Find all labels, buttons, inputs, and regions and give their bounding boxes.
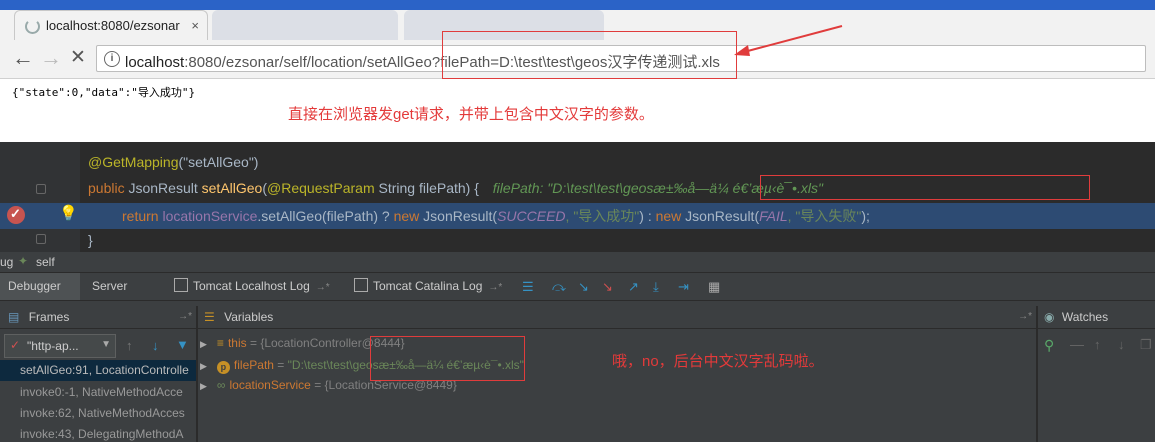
frame-row[interactable]: invoke0:-1, NativeMethodAcce (0, 382, 196, 403)
chevron-down-icon: ▼ (101, 339, 111, 350)
loading-spinner-icon (25, 19, 40, 35)
debugger-tabs: Debugger Server Tomcat Localhost Log →* T… (0, 273, 1155, 301)
thread-selector[interactable]: ✓ "http-ap... ▼ (4, 334, 116, 358)
frame-row[interactable]: invoke:62, NativeMethodAcces (0, 403, 196, 424)
pin-icon[interactable]: →* (1018, 306, 1032, 328)
force-step-into-icon[interactable]: ↘ (602, 279, 613, 295)
annotation-arrow-icon (734, 25, 843, 56)
close-tab-icon[interactable]: × (191, 11, 199, 40)
expand-icon[interactable]: ▶ (200, 361, 207, 371)
run-to-cursor-icon[interactable]: ⇥ (678, 279, 689, 295)
drop-frame-icon[interactable]: ⤓ (653, 279, 659, 295)
frames-icon: ▤ (8, 310, 20, 324)
copy-icon[interactable]: ❐ (1140, 337, 1152, 353)
log-icon (174, 278, 188, 292)
frame-down-icon[interactable]: ↓ (152, 338, 159, 353)
editor-gutter (0, 142, 80, 252)
inlay-highlight-box (760, 175, 1090, 200)
debugger-annotation-note: 哦，no，后台中文汉字乱码啦。 (612, 353, 824, 370)
fold-icon[interactable] (36, 184, 46, 194)
tab-debugger[interactable]: Debugger (0, 273, 80, 300)
move-down-icon[interactable]: ↓ (1118, 337, 1125, 352)
show-execution-point-icon[interactable]: ☰ (522, 279, 534, 295)
move-up-icon[interactable]: ↑ (1094, 337, 1101, 352)
field-icon: ≡ (216, 336, 224, 350)
frame-up-icon[interactable]: ↑ (126, 338, 133, 353)
expand-icon[interactable]: ▶ (200, 381, 207, 391)
tab-blurred-1[interactable] (212, 10, 398, 40)
code-line-4: } (88, 232, 93, 248)
breakpoint-icon[interactable] (7, 206, 25, 224)
step-out-icon[interactable]: ↗ (628, 279, 639, 295)
evaluate-expression-icon[interactable]: ▦ (708, 279, 720, 295)
debug-title-bar: ug ✦ self (0, 252, 1155, 273)
add-watch-icon[interactable]: ⚲ (1044, 337, 1054, 354)
parameter-icon: p (216, 361, 230, 374)
variable-highlight-box (370, 336, 525, 381)
expand-icon[interactable]: ▶ (200, 339, 207, 349)
lightbulb-icon[interactable]: 💡 (59, 204, 78, 222)
step-into-icon[interactable]: ↘ (578, 279, 589, 295)
variables-icon: ☰ (204, 310, 215, 324)
watches-header: ◉ Watches (1038, 306, 1155, 329)
url-highlight-box (442, 31, 737, 79)
fold-end-icon[interactable] (36, 234, 46, 244)
frame-row[interactable]: setAllGeo:91, LocationControlle (0, 360, 196, 381)
stop-loading-icon[interactable]: ✕ (70, 47, 86, 69)
tab-server[interactable]: Server (84, 273, 164, 300)
pin-icon[interactable]: →* (178, 306, 192, 328)
code-line-2: public JsonResult setAllGeo(@RequestPara… (88, 180, 823, 196)
watches-icon: ◉ (1044, 310, 1055, 324)
frames-header: ▤ Frames →* (0, 306, 196, 329)
code-line-1: @GetMapping("setAllGeo") (88, 154, 259, 170)
remove-watch-icon[interactable]: — (1070, 336, 1084, 352)
infinity-field-icon: ∞ (216, 378, 226, 392)
filter-icon[interactable]: ▼ (176, 337, 189, 352)
thread-icon: ✓ (10, 338, 21, 352)
code-line-3: return locationService.setAllGeo(filePat… (122, 208, 870, 224)
tab-localhost[interactable]: localhost:8080/ezsonar × (14, 10, 208, 40)
variables-header: ☰ Variables →* (198, 306, 1036, 329)
browser-annotation-note: 直接在浏览器发get请求，并带上包含中文汉字的参数。 (288, 106, 654, 123)
log-icon (354, 278, 368, 292)
forward-arrow-icon[interactable]: → (40, 47, 62, 69)
back-arrow-icon[interactable]: ← (12, 47, 34, 69)
bug-icon: ✦ (18, 254, 29, 268)
step-over-icon[interactable]: ⤼ (552, 279, 566, 295)
tab-tomcat-catalina-log[interactable]: Tomcat Catalina Log →* (346, 273, 516, 300)
response-json: {"state":0,"data":"导入成功"} (12, 86, 196, 99)
info-icon[interactable]: i (104, 51, 120, 67)
tab-tomcat-localhost-log[interactable]: Tomcat Localhost Log →* (166, 273, 346, 300)
